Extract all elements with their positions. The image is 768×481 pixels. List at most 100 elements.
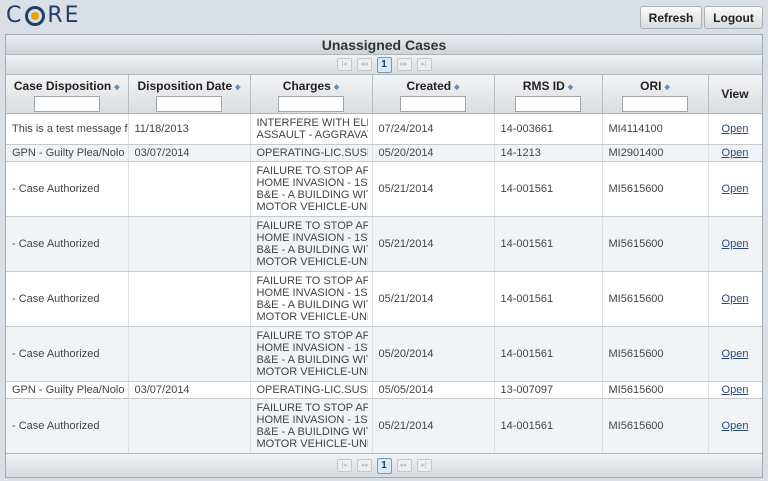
created-cell: 05/20/2014 xyxy=(372,326,495,382)
view-cell: Open xyxy=(708,113,762,145)
sort-icon: ◆ xyxy=(567,83,574,91)
current-page-button[interactable]: 1 xyxy=(376,56,392,73)
ori-cell: MI5615600 xyxy=(602,381,709,399)
view-cell: Open xyxy=(708,161,762,217)
open-link[interactable]: Open xyxy=(722,238,749,250)
charge-line: B&E - A BUILDING WITH xyxy=(256,244,368,256)
logout-button[interactable]: Logout xyxy=(704,6,763,29)
case-disposition-cell: - Case Authorized xyxy=(6,398,129,454)
column-header-case-disposition[interactable]: Case Disposition ◆ xyxy=(6,75,129,114)
column-header-rms-id[interactable]: RMS ID ◆ xyxy=(494,75,603,114)
cases-table: Case Disposition ◆ Disposition Date ◆ Char… xyxy=(6,75,762,454)
logo-letters-re: RE xyxy=(47,3,81,28)
open-link[interactable]: Open xyxy=(722,123,749,135)
filter-input-created[interactable] xyxy=(400,96,466,112)
case-disposition-cell: - Case Authorized xyxy=(6,326,129,382)
created-cell: 05/21/2014 xyxy=(372,216,495,272)
unassigned-cases-panel: Unassigned Cases |◂ ◂◂ 1 ▸▸ ▸| Case Disp… xyxy=(5,34,763,478)
charge-line: MOTOR VEHICLE-UNLA xyxy=(256,256,368,268)
panel-title: Unassigned Cases xyxy=(6,35,762,55)
filter-input-disposition-date[interactable] xyxy=(156,96,222,112)
charges-cell: FAILURE TO STOP AFTHOME INVASION - 1ST D… xyxy=(250,271,373,327)
charge-line: B&E - A BUILDING WITH xyxy=(256,426,368,438)
next-page-icon[interactable]: ▸▸ xyxy=(396,58,412,71)
disposition-date-cell xyxy=(128,398,251,454)
last-page-icon[interactable]: ▸| xyxy=(416,459,432,472)
charge-line: MOTOR VEHICLE-UNLA xyxy=(256,366,368,378)
next-page-icon[interactable]: ▸▸ xyxy=(396,459,412,472)
column-header-ori[interactable]: ORI ◆ xyxy=(602,75,709,114)
open-link[interactable]: Open xyxy=(722,420,749,432)
created-cell: 05/20/2014 xyxy=(372,144,495,162)
charges-cell: OPERATING-LIC.SUSPE xyxy=(250,144,373,162)
sort-icon: ◆ xyxy=(664,83,670,91)
header-row: Case Disposition ◆ Disposition Date ◆ Char… xyxy=(6,75,762,114)
rms-id-cell: 14-001561 xyxy=(494,271,603,327)
sort-icon: ◆ xyxy=(454,83,460,91)
filter-input-case-disposition[interactable] xyxy=(33,96,100,112)
column-label: Charges xyxy=(282,79,331,93)
ori-cell: MI5615600 xyxy=(602,398,709,454)
filter-input-charges[interactable] xyxy=(278,96,344,112)
open-link[interactable]: Open xyxy=(722,348,749,360)
open-link[interactable]: Open xyxy=(722,384,749,396)
table-row: - Case Authorized FAILURE TO STOP AFT HOME… xyxy=(6,216,762,272)
first-page-icon[interactable]: |◂ xyxy=(336,58,352,71)
sort-icon: ◆ xyxy=(333,83,340,91)
open-link[interactable]: Open xyxy=(722,147,749,159)
charge-line: HOME INVASION - 1ST D xyxy=(256,342,368,354)
case-disposition-cell: - Case Authorized xyxy=(6,161,129,217)
table-row: - Case Authorized FAILURE TO STOP AFT HOME… xyxy=(6,398,762,454)
pager-bottom: |◂ ◂◂ 1 ▸▸ ▸| xyxy=(6,453,762,477)
created-cell: 05/05/2014 xyxy=(372,381,495,399)
case-disposition-cell: GPN - Guilty Plea/Nolo xyxy=(6,144,129,162)
open-link[interactable]: Open xyxy=(722,293,749,305)
table-row: GPN - Guilty Plea/Nolo 03/07/2014 OPERATIN… xyxy=(6,381,762,399)
disposition-date-cell xyxy=(128,326,251,382)
case-disposition-cell: GPN - Guilty Plea/Nolo xyxy=(6,381,129,399)
rms-id-cell: 14-1213 xyxy=(494,144,603,162)
table-row: This is a test message fro 11/18/2013 INTE… xyxy=(6,113,762,145)
last-page-icon[interactable]: ▸| xyxy=(416,58,432,71)
charge-line: FAILURE TO STOP AFT xyxy=(256,402,368,414)
charges-cell: FAILURE TO STOP AFTHOME INVASION - 1ST D… xyxy=(250,161,373,217)
prev-page-icon[interactable]: ◂◂ xyxy=(356,459,372,472)
ori-cell: MI4114100 xyxy=(602,113,709,145)
ori-cell: MI5615600 xyxy=(602,326,709,382)
rms-id-cell: 14-001561 xyxy=(494,398,603,454)
charges-cell: FAILURE TO STOP AFTHOME INVASION - 1ST D… xyxy=(250,326,373,382)
case-disposition-cell: This is a test message fro xyxy=(6,113,129,145)
column-header-charges[interactable]: Charges ◆ xyxy=(250,75,373,114)
charges-cell: FAILURE TO STOP AFTHOME INVASION - 1ST D… xyxy=(250,398,373,454)
refresh-button[interactable]: Refresh xyxy=(640,6,702,29)
column-header-created[interactable]: Created ◆ xyxy=(372,75,495,114)
ori-cell: MI5615600 xyxy=(602,161,709,217)
column-label: Created xyxy=(406,79,452,93)
created-cell: 05/21/2014 xyxy=(372,271,495,327)
filter-input-ori[interactable] xyxy=(622,96,688,112)
disposition-date-cell: 03/07/2014 xyxy=(128,144,251,162)
rms-id-cell: 14-001561 xyxy=(494,216,603,272)
ori-cell: MI2901400 xyxy=(602,144,709,162)
disposition-date-cell xyxy=(128,161,251,217)
prev-page-icon[interactable]: ◂◂ xyxy=(356,58,372,71)
charge-line: FAILURE TO STOP AFT xyxy=(256,330,368,342)
charge-line: HOME INVASION - 1ST D xyxy=(256,177,368,189)
open-link[interactable]: Open xyxy=(722,183,749,195)
charge-line: OPERATING-LIC.SUSPE xyxy=(256,384,368,396)
current-page-button[interactable]: 1 xyxy=(376,457,392,474)
rms-id-cell: 14-003661 xyxy=(494,113,603,145)
logo-letter-c: C xyxy=(6,3,24,28)
sort-icon: ◆ xyxy=(114,83,120,91)
view-cell: Open xyxy=(708,271,762,327)
rms-id-cell: 14-001561 xyxy=(494,161,603,217)
rms-id-cell: 14-001561 xyxy=(494,326,603,382)
first-page-icon[interactable]: |◂ xyxy=(336,459,352,472)
charge-line: ASSAULT - AGGRAVAT xyxy=(256,129,368,141)
case-disposition-cell: - Case Authorized xyxy=(6,271,129,327)
column-label: Disposition Date xyxy=(137,79,233,93)
charge-line: FAILURE TO STOP AFT xyxy=(256,165,368,177)
column-header-disposition-date[interactable]: Disposition Date ◆ xyxy=(128,75,251,114)
filter-input-rms-id[interactable] xyxy=(515,96,581,112)
charge-line: FAILURE TO STOP AFT xyxy=(256,220,368,232)
